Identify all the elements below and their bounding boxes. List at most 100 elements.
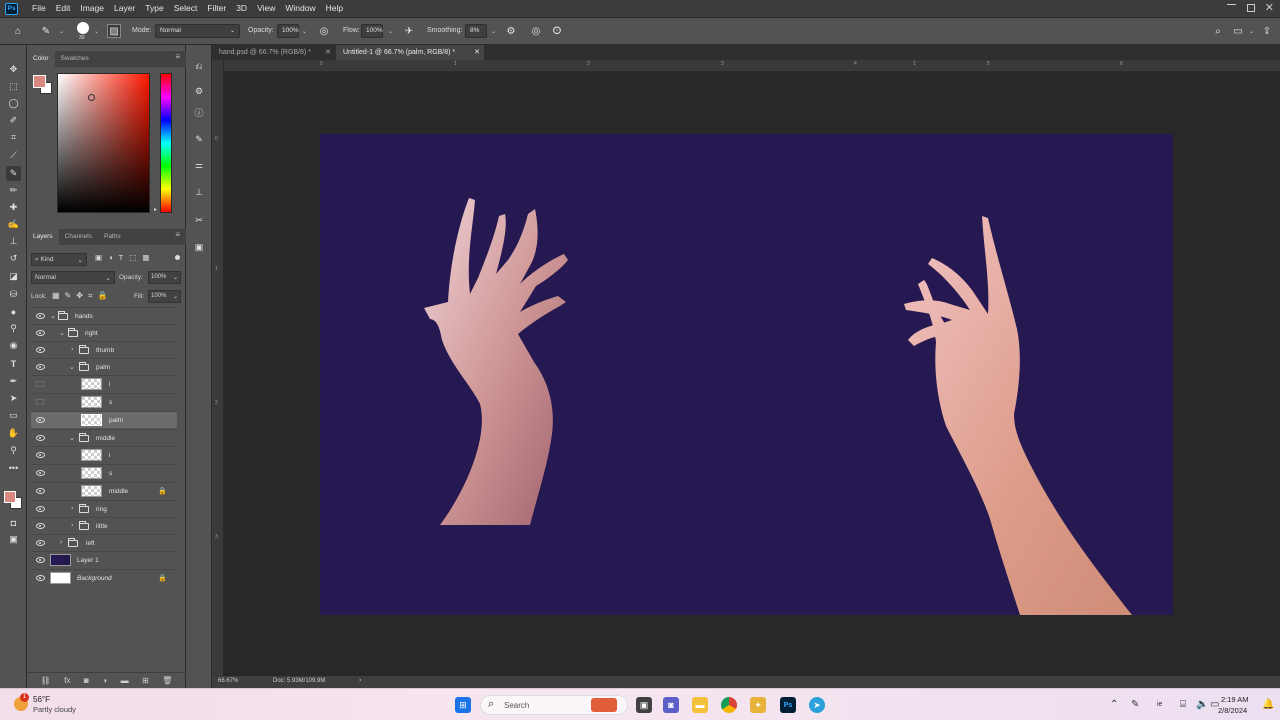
clone-stamp-tool-icon[interactable]: ⊥ (6, 234, 21, 249)
workspace-icon[interactable]: ▭ (1231, 24, 1245, 38)
layer-row[interactable]: ⌄ middle (31, 429, 177, 446)
volume-icon[interactable]: 🔈 (1196, 699, 1208, 710)
hue-slider[interactable] (160, 73, 172, 213)
layer-row[interactable]: middle 🔒 (31, 482, 177, 499)
gear-icon[interactable]: ⚙ (504, 24, 518, 38)
smoothing-field[interactable]: 8% (465, 24, 487, 38)
maximize-icon[interactable] (1247, 4, 1255, 12)
pressure-size-icon[interactable]: ◎ (529, 24, 543, 38)
eye-icon[interactable] (36, 435, 45, 441)
color-picker-field[interactable] (57, 73, 150, 213)
tab-layers[interactable]: Layers (27, 229, 59, 245)
pen-icon[interactable]: ✎ (1131, 699, 1139, 710)
menu-filter[interactable]: Filter (202, 0, 231, 17)
layer-row[interactable]: ⌄ palm (31, 358, 177, 375)
layer-filter-select[interactable]: ⌕ Kind ⌄ (31, 253, 87, 266)
hue-slider-handle[interactable]: ▸ (154, 206, 157, 213)
zoom-level[interactable]: 66.67% (218, 678, 238, 684)
tab-channels[interactable]: Channels (59, 229, 98, 245)
history-brush-tool-icon[interactable]: ↺ (6, 251, 21, 266)
photoshop-taskbar-icon[interactable]: Ps (780, 697, 796, 713)
share-icon[interactable]: ⇪ (1260, 24, 1274, 38)
home-icon[interactable]: ⌂ (11, 24, 25, 38)
crop-tool-icon[interactable]: ⌗ (6, 130, 21, 145)
app-icon[interactable]: ✦ (750, 697, 766, 713)
dodge-tool-icon[interactable]: ⚲ (6, 321, 21, 336)
panel-menu-icon[interactable]: ≡ (175, 52, 180, 61)
search-icon[interactable]: ⌕ (1211, 24, 1225, 38)
adjustments-icon[interactable]: ⚌ (192, 158, 206, 172)
rectangle-tool-icon[interactable]: ▭ (6, 408, 21, 423)
menu-3d[interactable]: 3D (231, 0, 252, 17)
chevron-right-icon[interactable]: › (60, 539, 62, 546)
chevron-right-icon[interactable]: › (71, 522, 73, 529)
eyedropper-tool-icon[interactable]: ⟋ (6, 148, 21, 163)
menu-window[interactable]: Window (280, 0, 320, 17)
layer-row[interactable]: › left (31, 534, 177, 551)
document-canvas[interactable] (320, 134, 1173, 615)
lock-icons[interactable]: ▦✎✥⌗🔒 (52, 291, 112, 301)
symmetry-icon[interactable]: ⵙ (550, 24, 564, 38)
tool-preset-chevron-icon[interactable]: ⌄ (59, 28, 64, 35)
status-menu-chevron-icon[interactable]: › (359, 677, 361, 684)
brush-tool-icon[interactable]: ✎ (6, 166, 21, 181)
layer-row[interactable]: i (31, 375, 177, 392)
smoothing-chevron-icon[interactable]: ⌄ (491, 28, 496, 35)
fill-field[interactable]: 100% ⌄ (148, 290, 181, 303)
layer-row[interactable]: ⌄ right (31, 324, 177, 341)
new-group-icon[interactable]: ▬ (121, 676, 129, 685)
chevron-down-icon[interactable]: ⌄ (50, 312, 56, 320)
libraries-icon[interactable]: ▣ (192, 240, 206, 254)
brush-chevron-icon[interactable]: ⌄ (94, 28, 99, 35)
tab-hand-psd[interactable]: hand.psd @ 66.7% (RGB/8) * ✕ (212, 45, 335, 60)
menu-select[interactable]: Select (169, 0, 203, 17)
info-icon[interactable]: ⓘ (192, 105, 206, 119)
pen-tool-icon[interactable]: ✒ (6, 374, 21, 389)
layer-opacity-field[interactable]: 100% ⌄ (148, 271, 181, 284)
clock-date[interactable]: 2/8/2024 (1218, 706, 1247, 715)
brush-preview-icon[interactable] (77, 22, 89, 34)
task-view-icon[interactable]: ▣ (636, 697, 652, 713)
clock-time[interactable]: 2:19 AM (1221, 695, 1249, 704)
eye-icon[interactable] (36, 452, 45, 458)
menu-layer[interactable]: Layer (109, 0, 140, 17)
menu-view[interactable]: View (252, 0, 280, 17)
opacity-field[interactable]: 100% (277, 24, 299, 38)
tray-chevron-up-icon[interactable]: ⌃ (1110, 699, 1118, 710)
path-selection-tool-icon[interactable]: ➤ (6, 391, 21, 406)
airbrush-icon[interactable]: ✈ (402, 24, 416, 38)
weather-temp[interactable]: 56°F (33, 695, 50, 704)
close-icon[interactable]: ✕ (325, 45, 331, 60)
eye-icon[interactable] (36, 364, 45, 370)
chevron-down-icon[interactable]: ⌄ (69, 363, 75, 371)
eye-icon[interactable] (36, 575, 45, 581)
layer-row[interactable]: › thumb (31, 341, 177, 358)
eye-icon[interactable] (36, 330, 45, 336)
layer-row[interactable]: palm (31, 411, 177, 428)
workspace-chevron-icon[interactable]: ⌄ (1249, 28, 1254, 35)
teams-chat-icon[interactable]: ◙ (663, 697, 679, 713)
layer-row[interactable]: Layer 1 (31, 551, 177, 568)
close-icon[interactable]: ✕ (1265, 1, 1274, 14)
layer-row[interactable]: i (31, 446, 177, 463)
menu-edit[interactable]: Edit (51, 0, 76, 17)
history-icon[interactable]: ⎌ (192, 59, 206, 73)
eye-icon[interactable] (36, 523, 45, 529)
tab-color[interactable]: Color (27, 51, 55, 67)
hidden-eye-icon[interactable] (36, 399, 44, 405)
color-picker-cursor[interactable] (88, 94, 95, 101)
brush-tool-icon[interactable]: ✎ (39, 24, 53, 38)
hand-tool-icon[interactable]: ✋ (6, 426, 21, 441)
eye-icon[interactable] (36, 417, 45, 423)
blur-tool-icon[interactable]: ● (6, 304, 21, 319)
healing-brush-tool-icon[interactable]: ✚ (6, 200, 21, 215)
layer-filter-icons[interactable]: ▣◑T⬚▦ (95, 253, 155, 262)
tab-paths[interactable]: Paths (98, 229, 127, 245)
brush-settings-icon[interactable]: ▨ (107, 24, 121, 38)
weather-desc[interactable]: Partly cloudy (33, 705, 76, 714)
lasso-tool-icon[interactable]: ◯ (6, 96, 21, 111)
marquee-tool-icon[interactable]: ⬚ (6, 79, 21, 94)
eye-icon[interactable] (36, 557, 45, 563)
eye-icon[interactable] (36, 506, 45, 512)
pressure-opacity-icon[interactable]: ◎ (317, 24, 331, 38)
